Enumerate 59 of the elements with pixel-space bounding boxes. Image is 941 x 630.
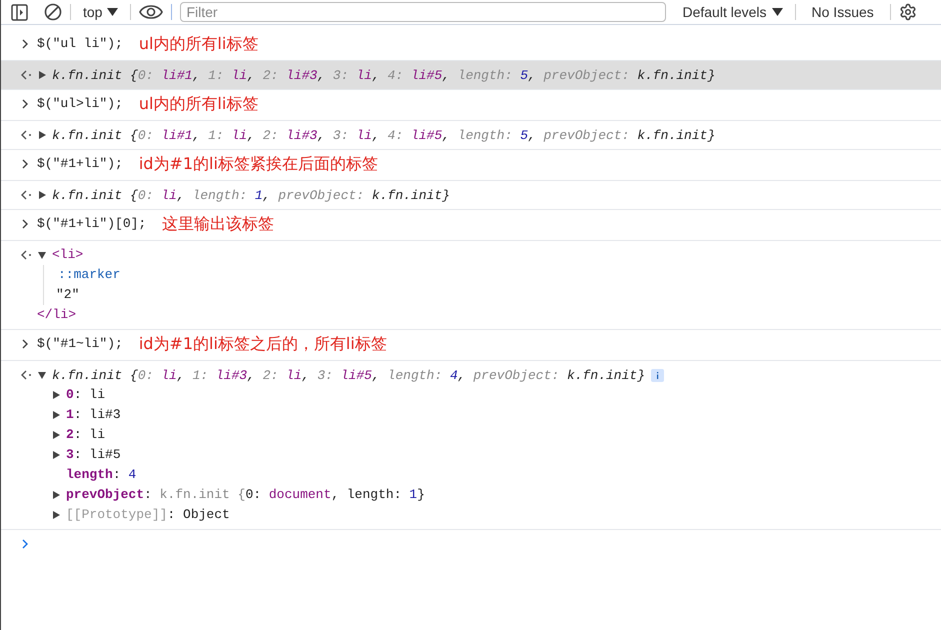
return-arrow-icon — [21, 250, 33, 260]
collapsed-triangle-icon[interactable] — [51, 490, 61, 500]
collapsed-triangle-icon[interactable] — [51, 410, 61, 420]
expanded-triangle-icon[interactable] — [37, 250, 47, 260]
filter-field[interactable]: Filter — [180, 2, 666, 22]
console-command: $("#1+li"); — [37, 155, 123, 173]
collapsed-triangle-icon[interactable] — [37, 70, 47, 80]
clear-console-icon[interactable] — [44, 3, 62, 21]
property-entry[interactable]: 2: li — [66, 425, 106, 445]
sidebar-toggle-icon[interactable] — [11, 4, 28, 20]
console-command: $("ul li"); — [37, 35, 123, 53]
object-summary[interactable]: k.fn.init {0: li#1, 1: li, 2: li#3, 3: li, 4: li#5, length: 5, prevObject: k.fn.init} — [52, 126, 716, 144]
object-summary[interactable]: k.fn.init {0: li, length: 1, prevObject: k.fn.init} — [52, 186, 450, 204]
context-dropdown[interactable]: top — [79, 4, 122, 20]
expanded-triangle-icon[interactable] — [37, 370, 47, 380]
collapsed-triangle-icon[interactable] — [37, 190, 47, 200]
annotation-note: id为#1的li标签之后的，所有li标签 — [138, 333, 387, 355]
output-row[interactable]: k.fn.init {0: li#1, 1: li, 2: li#3, 3: li, 4: li#5, length: 5, prevObject: k.fn.init} — [1, 61, 941, 90]
element-close-tag: </li> — [37, 305, 120, 325]
collapsed-triangle-icon[interactable] — [37, 130, 47, 140]
element-open-tag[interactable]: <li> — [52, 245, 84, 265]
object-summary[interactable]: k.fn.init {0: li, 1: li#3, 2: li, 3: li#5, length: 4, prevObject: k.fn.init} — [52, 366, 646, 384]
return-arrow-icon — [21, 70, 33, 80]
property-entry[interactable]: [[Prototype]]: Object — [66, 505, 230, 525]
log-levels-dropdown[interactable]: Default levels — [678, 4, 787, 20]
issues-button[interactable]: No Issues — [804, 4, 882, 20]
property-entry[interactable]: 3: li#5 — [66, 445, 121, 465]
settings-icon[interactable] — [898, 3, 917, 21]
prompt-chevron-icon — [21, 158, 30, 168]
property-entry[interactable]: prevObject: k.fn.init {0: document, length: 1} — [66, 485, 425, 505]
prompt-chevron-icon — [21, 218, 30, 228]
string-value-label: "2" — [56, 286, 80, 304]
prompt-chevron-icon — [21, 98, 30, 108]
annotation-note: id为#1的li标签紧挨在后面的标签 — [138, 153, 378, 175]
prompt-chevron-icon — [21, 538, 30, 548]
annotation-note: 这里输出该标签 — [162, 213, 274, 235]
prompt-chevron-icon — [21, 38, 30, 48]
return-arrow-icon — [21, 370, 33, 380]
collapsed-triangle-icon[interactable] — [51, 390, 61, 400]
annotation-note: ul内的所有li标签 — [138, 33, 258, 55]
pseudo-element[interactable]: ::marker — [58, 265, 120, 285]
eye-icon[interactable] — [139, 4, 164, 20]
console-command: $("#1~li"); — [37, 335, 123, 353]
collapsed-triangle-icon[interactable] — [51, 430, 61, 440]
return-arrow-icon — [21, 190, 33, 200]
object-summary[interactable]: k.fn.init {0: li#1, 1: li, 2: li#3, 3: li, 4: li#5, length: 5, prevObject: k.fn.init} — [52, 66, 716, 84]
console-command: $("#1+li")[0]; — [37, 215, 146, 233]
console-command: $("ul>li"); — [37, 95, 123, 113]
collapsed-triangle-icon[interactable] — [51, 510, 61, 520]
prompt-chevron-icon — [21, 338, 30, 348]
caret-icon — [107, 8, 118, 16]
annotation-note: ul内的所有li标签 — [138, 93, 258, 115]
property-entry[interactable]: 0: li — [66, 385, 106, 405]
property-entry[interactable]: length: 4 — [66, 465, 136, 485]
info-icon[interactable] — [651, 368, 664, 382]
collapsed-triangle-icon[interactable] — [51, 450, 61, 460]
return-arrow-icon — [21, 130, 33, 140]
property-entry[interactable]: 1: li#3 — [66, 405, 121, 425]
caret-icon — [772, 8, 783, 16]
